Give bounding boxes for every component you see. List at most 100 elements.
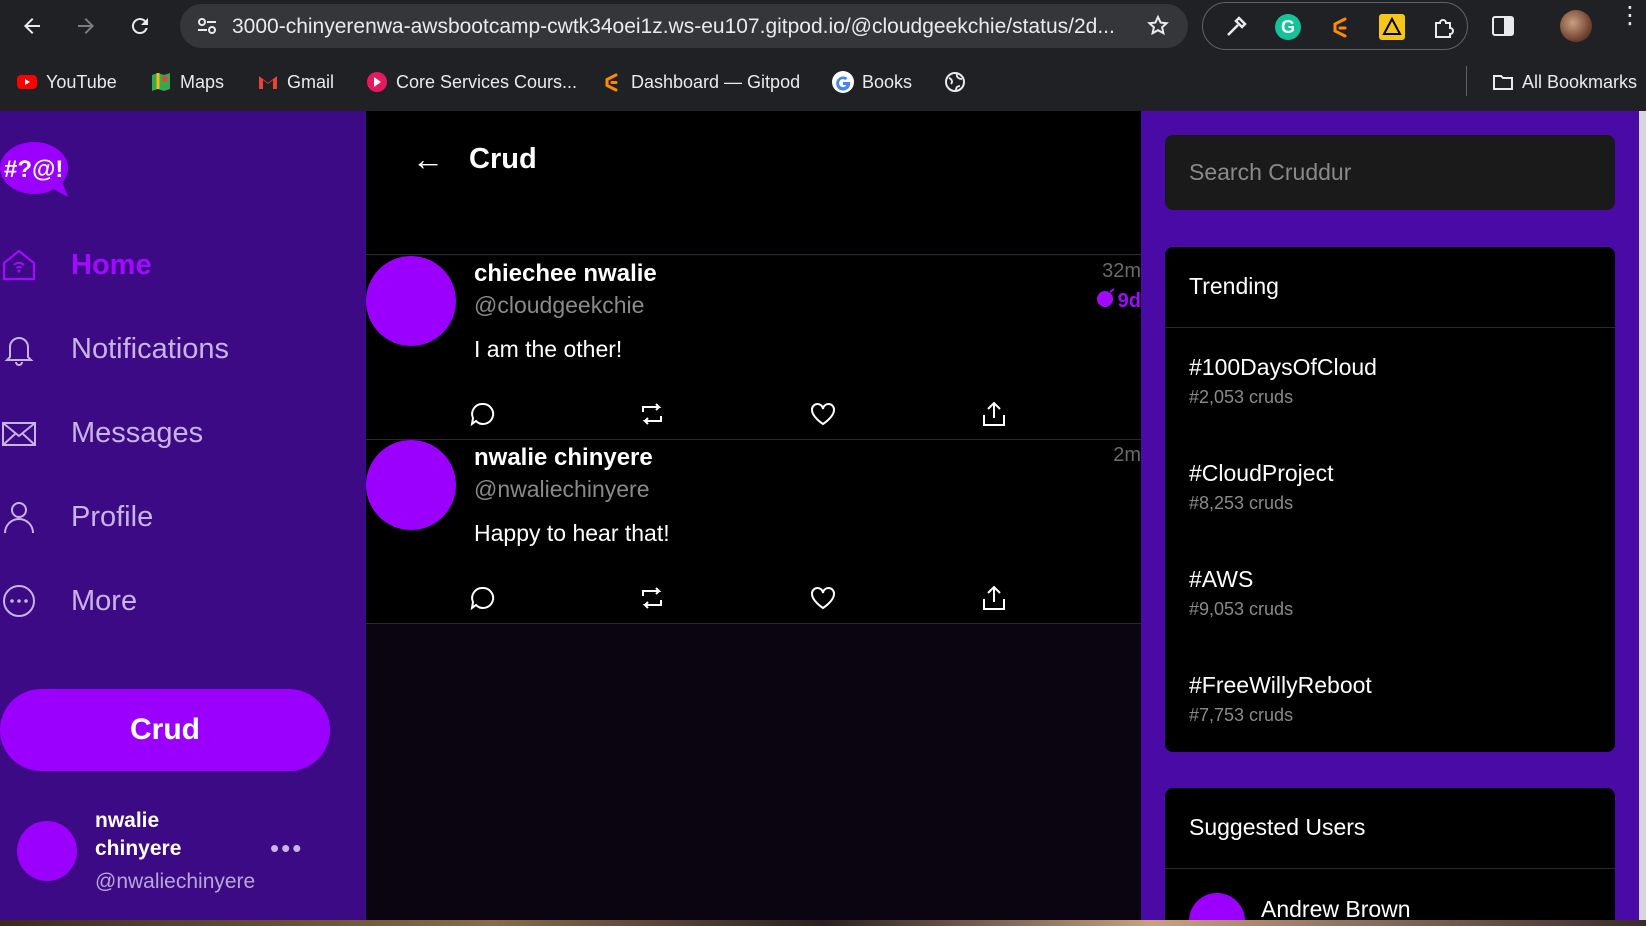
nav-messages-label: Messages	[71, 416, 204, 449]
nav-notifications-label: Notifications	[71, 332, 229, 365]
globe-icon	[944, 71, 966, 93]
course-icon	[366, 71, 388, 93]
crud-post[interactable]: chiechee nwalie @cloudgeekchie I am the …	[366, 256, 1141, 440]
post-avatar[interactable]	[366, 256, 456, 346]
nav-more[interactable]: More	[0, 576, 137, 626]
extensions-group: G	[1202, 2, 1468, 50]
crud-post[interactable]: nwalie chinyere @nwaliechinyere Happy to…	[366, 440, 1141, 624]
eyedropper-icon[interactable]	[1223, 14, 1249, 40]
page-scrollbar[interactable]	[1639, 111, 1646, 926]
trending-tag: #FreeWillyReboot	[1189, 672, 1372, 698]
nav-profile[interactable]: Profile	[0, 492, 153, 542]
post-time: 2m	[1113, 444, 1141, 466]
gmail-icon	[257, 71, 279, 93]
cruddur-logo[interactable]: #?@!	[0, 141, 72, 197]
nav-more-label: More	[71, 584, 138, 617]
post-expires-text: 9d	[1117, 289, 1141, 312]
all-bookmarks-label: All Bookmarks	[1522, 71, 1638, 92]
trending-panel: Trending #100DaysOfCloud #2,053 cruds #C…	[1165, 247, 1615, 752]
main-feed: ← Crud chiechee nwalie @cloudgeekchie I …	[366, 111, 1141, 926]
forward-icon[interactable]	[70, 10, 102, 42]
grammarly-icon[interactable]: G	[1275, 14, 1301, 40]
address-bar[interactable]: 3000-chinyerenwa-awsbootcamp-cwtk34oei1z…	[180, 4, 1188, 48]
warning-ext-icon[interactable]	[1379, 14, 1405, 40]
repost-icon[interactable]	[638, 400, 666, 428]
page-header: ← Crud	[366, 111, 1141, 255]
nav-home-label: Home	[71, 248, 152, 281]
bookmark-label: Core Services Cours...	[396, 71, 578, 92]
gitpod-ext-icon[interactable]	[1327, 14, 1353, 40]
url-text[interactable]: 3000-chinyerenwa-awsbootcamp-cwtk34oei1z…	[232, 15, 1115, 39]
back-icon[interactable]	[16, 10, 48, 42]
trending-tag: #AWS	[1189, 566, 1254, 592]
back-arrow-icon[interactable]: ←	[412, 141, 444, 178]
chrome-menu-icon[interactable]: ⋮	[1618, 4, 1642, 28]
bookmark-core-services[interactable]: Core Services Cours...	[366, 68, 577, 96]
current-user-name: nwalie chinyere	[95, 809, 182, 860]
trending-item[interactable]: #100DaysOfCloud #2,053 cruds	[1189, 354, 1377, 408]
post-expires: 9d	[1096, 288, 1141, 314]
bookmark-globe[interactable]	[944, 68, 966, 96]
svg-text:#?@!: #?@!	[4, 156, 63, 183]
post-author-handle[interactable]: @cloudgeekchie	[474, 292, 644, 319]
bookmark-books[interactable]: Books	[832, 68, 912, 96]
current-user-handle: @nwaliechinyere	[95, 870, 256, 893]
post-message: Happy to hear that!	[474, 520, 670, 546]
reload-icon[interactable]	[124, 10, 156, 42]
google-icon	[832, 71, 854, 93]
trending-item[interactable]: #AWS #9,053 cruds	[1189, 566, 1293, 620]
all-bookmarks[interactable]: All Bookmarks	[1492, 68, 1637, 96]
youtube-icon	[16, 71, 38, 93]
crud-button[interactable]: Crud	[0, 689, 330, 771]
trending-count: #7,753 cruds	[1189, 705, 1294, 725]
site-settings-icon[interactable]	[196, 15, 218, 42]
bookmark-gitpod[interactable]: Dashboard — Gitpod	[601, 68, 800, 96]
bookmark-label: YouTube	[46, 71, 117, 92]
nav-home[interactable]: Home	[0, 240, 152, 290]
mail-icon	[0, 414, 38, 452]
trending-count: #9,053 cruds	[1189, 599, 1294, 619]
extensions-puzzle-icon[interactable]	[1431, 14, 1457, 40]
bookmark-youtube[interactable]: YouTube	[16, 68, 117, 96]
post-author-handle[interactable]: @nwaliechinyere	[474, 476, 650, 503]
bookmarks-divider	[1466, 66, 1467, 96]
user-icon	[0, 498, 38, 536]
share-icon[interactable]	[980, 584, 1008, 612]
reply-icon[interactable]	[469, 584, 497, 612]
nav-messages[interactable]: Messages	[0, 408, 203, 458]
bell-icon	[0, 330, 38, 368]
share-icon[interactable]	[980, 400, 1008, 428]
suggested-users-title: Suggested Users	[1165, 788, 1615, 869]
nav-notifications[interactable]: Notifications	[0, 324, 229, 374]
post-message: I am the other!	[474, 336, 623, 362]
reply-icon[interactable]	[469, 400, 497, 428]
trending-tag: #100DaysOfCloud	[1189, 354, 1377, 380]
bookmark-star-icon[interactable]	[1146, 14, 1170, 43]
trending-item[interactable]: #FreeWillyReboot #7,753 cruds	[1189, 672, 1372, 726]
search-input[interactable]	[1165, 135, 1615, 210]
current-user-avatar[interactable]	[17, 821, 77, 881]
like-icon[interactable]	[809, 584, 837, 612]
repost-icon[interactable]	[638, 584, 666, 612]
user-menu-button[interactable]: •••	[270, 833, 303, 864]
bookmark-gmail[interactable]: Gmail	[257, 68, 334, 96]
post-avatar[interactable]	[366, 440, 456, 530]
bookmark-maps[interactable]: Maps	[150, 68, 224, 96]
trending-tag: #CloudProject	[1189, 460, 1334, 486]
trending-title: Trending	[1165, 247, 1615, 328]
side-panel-icon[interactable]	[1490, 13, 1516, 39]
nav-profile-label: Profile	[71, 500, 154, 533]
like-icon[interactable]	[809, 400, 837, 428]
profile-avatar[interactable]	[1560, 10, 1592, 42]
suggested-user-name[interactable]: Andrew Brown	[1261, 896, 1411, 923]
desktop-background-strip	[0, 920, 1646, 926]
post-author-name[interactable]: nwalie chinyere	[474, 444, 653, 472]
page-title: Crud	[469, 143, 537, 175]
post-author-name[interactable]: chiechee nwalie	[474, 260, 657, 288]
bookmark-label: Maps	[180, 71, 225, 92]
trending-item[interactable]: #CloudProject #8,253 cruds	[1189, 460, 1333, 514]
folder-icon	[1492, 71, 1514, 93]
bookmarks-bar: YouTube Maps Gmail Core Services Cours..…	[0, 52, 1646, 111]
trending-count: #8,253 cruds	[1189, 493, 1294, 513]
maps-icon	[150, 71, 172, 93]
